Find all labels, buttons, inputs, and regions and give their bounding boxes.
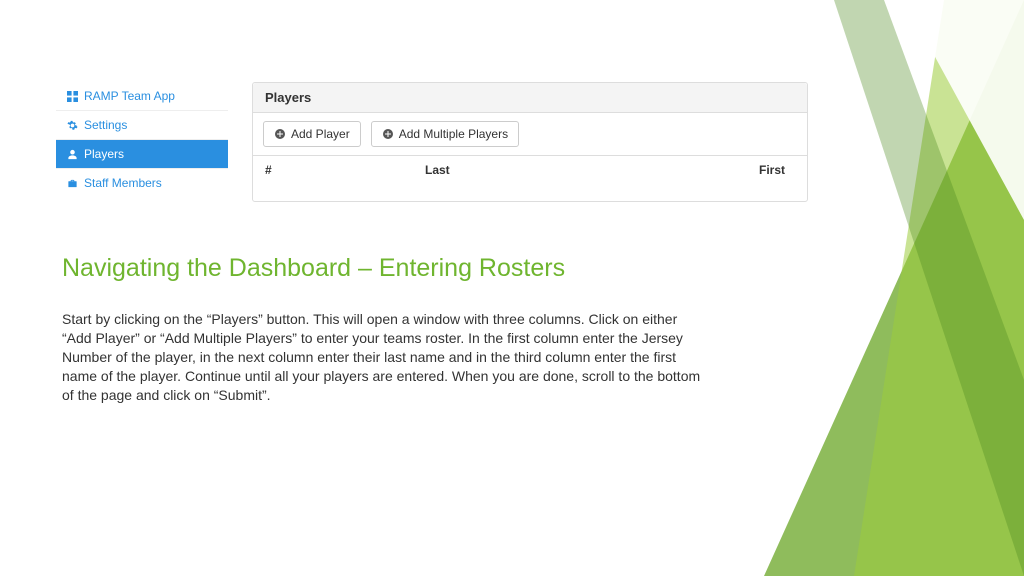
person-icon [66, 149, 78, 160]
column-first: First [747, 156, 807, 184]
grid-icon [66, 91, 78, 102]
briefcase-icon [66, 178, 78, 189]
panel-toolbar: Add Player Add Multiple Players [253, 113, 807, 155]
sidebar-item-label: Players [84, 147, 124, 161]
sidebar-item-staff-members[interactable]: Staff Members [56, 169, 228, 197]
table-header: # Last First [253, 155, 807, 184]
sidebar-item-label: RAMP Team App [84, 89, 175, 103]
sidebar-item-label: Staff Members [84, 176, 162, 190]
button-label: Add Multiple Players [399, 127, 508, 141]
column-number: # [253, 156, 413, 184]
players-panel: Players Add Player Add Multiple Players … [252, 82, 808, 202]
sidebar: RAMP Team App Settings Players Staff Mem… [56, 82, 228, 202]
slide-body: Start by clicking on the “Players” butto… [62, 310, 702, 404]
sidebar-item-ramp-team-app[interactable]: RAMP Team App [56, 82, 228, 111]
plus-circle-icon [274, 128, 286, 140]
panel-title: Players [253, 83, 807, 113]
add-multiple-players-button[interactable]: Add Multiple Players [371, 121, 519, 147]
sidebar-item-players[interactable]: Players [56, 140, 228, 169]
button-label: Add Player [291, 127, 350, 141]
column-last: Last [413, 156, 747, 184]
app-screenshot: RAMP Team App Settings Players Staff Mem… [56, 82, 808, 202]
slide-title: Navigating the Dashboard – Entering Rost… [62, 254, 565, 283]
plus-circle-icon [382, 128, 394, 140]
add-player-button[interactable]: Add Player [263, 121, 361, 147]
sidebar-item-label: Settings [84, 118, 127, 132]
sidebar-item-settings[interactable]: Settings [56, 111, 228, 140]
gear-icon [66, 120, 78, 131]
